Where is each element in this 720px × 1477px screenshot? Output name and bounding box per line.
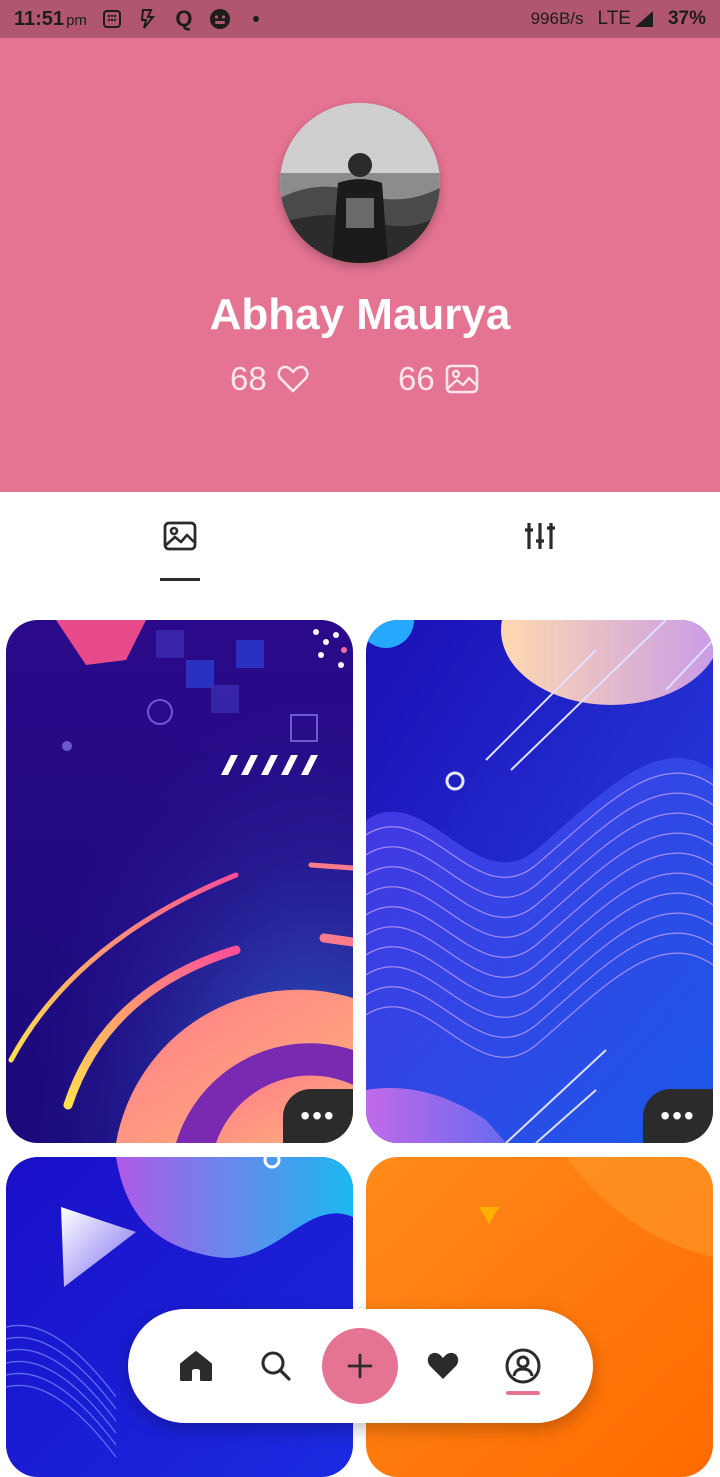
tab-gallery[interactable]: [160, 516, 200, 556]
battery-level: 37%: [667, 8, 706, 29]
likes-count: 68: [230, 360, 267, 397]
network-speed: 996B/s: [530, 9, 584, 28]
nav-home[interactable]: [176, 1346, 216, 1386]
active-nav-indicator: [506, 1391, 540, 1395]
photos-stat: 66: [398, 360, 479, 398]
photos-count: 66: [398, 360, 435, 397]
signal-icon: [634, 11, 653, 27]
wallpaper-image-2: [366, 620, 713, 1143]
profile-tabs: [0, 492, 720, 592]
nav-favorites[interactable]: [423, 1346, 463, 1386]
calculator-icon: [101, 8, 123, 30]
status-time: 11:51 pm: [14, 7, 87, 30]
wallpaper-card-2[interactable]: •••: [366, 620, 713, 1143]
tab-filters[interactable]: [520, 516, 560, 556]
heart-icon: [427, 1352, 459, 1379]
plus-icon: [347, 1353, 373, 1379]
likes-stat: 68: [230, 360, 309, 398]
sliders-icon: [525, 523, 555, 549]
notification-dot-icon: [245, 8, 267, 30]
avatar[interactable]: [280, 103, 440, 263]
profile-stats: 68 66: [0, 360, 720, 404]
add-wallpaper-button[interactable]: [322, 1328, 398, 1404]
active-tab-indicator: [160, 578, 200, 581]
search-icon: [261, 1351, 291, 1381]
heart-outline-icon: [277, 365, 309, 393]
profile-header: Abhay Maurya 68 66: [0, 38, 720, 492]
q-app-icon: Q: [175, 6, 193, 31]
profile-name: Abhay Maurya: [209, 290, 511, 339]
app-icon: [137, 8, 159, 30]
wallpaper-image-1: [6, 620, 353, 1143]
image-outline-icon: [445, 364, 479, 394]
wallpaper-card-1[interactable]: •••: [6, 620, 353, 1143]
status-bar: 11:51 pm Q 996B/s LTE 37%: [0, 0, 720, 38]
network-type: LTE: [598, 8, 654, 30]
nav-profile[interactable]: [503, 1346, 543, 1386]
more-options-button[interactable]: •••: [643, 1089, 713, 1143]
bottom-navigation: [128, 1309, 593, 1423]
emoji-icon: [209, 8, 231, 30]
image-icon: [163, 521, 197, 551]
nav-search[interactable]: [256, 1346, 296, 1386]
profile-icon: [505, 1348, 541, 1384]
home-icon: [180, 1351, 212, 1381]
more-options-button[interactable]: •••: [283, 1089, 353, 1143]
